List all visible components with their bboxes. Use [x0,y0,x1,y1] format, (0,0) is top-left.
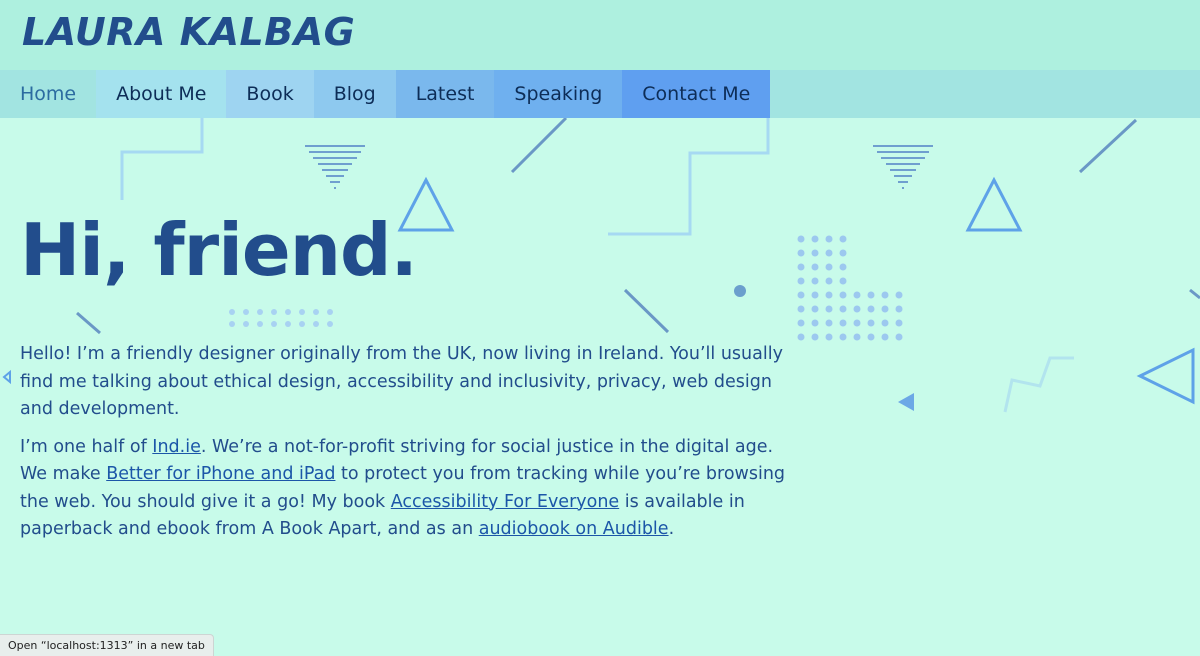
nav-item-latest[interactable]: Latest [395,70,495,118]
better-app-link[interactable]: Better for iPhone and iPad [106,464,335,484]
dot-decor [734,285,746,297]
main-nav: Home About Me Book Blog Latest Speaking … [0,70,1200,118]
slash-line-decor [1078,118,1138,174]
zigzag-line-decor [1003,356,1074,413]
dots-grid-decor [797,235,903,341]
slash-line-decor [1189,288,1200,300]
intro-paragraph: Hello! I’m a friendly designer originall… [20,344,783,419]
nav-item-blog[interactable]: Blog [313,70,396,118]
striped-triangle-decor [873,145,933,189]
nav-item-speaking[interactable]: Speaking [494,70,623,118]
striped-triangle-decor [305,145,365,189]
nav-item-about-me[interactable]: About Me [96,70,227,118]
slash-line-decor [623,288,670,334]
triangle-outline-decor [2,369,11,385]
nav-item-home[interactable]: Home [0,70,97,118]
site-logo[interactable]: LAURA KALBAG [22,10,355,54]
slash-line-decor [76,311,101,335]
zigzag-line-decor [120,118,204,200]
book-link[interactable]: Accessibility For Everyone [391,492,619,512]
dots-row-decor [229,309,333,327]
main-content: Hello! I’m a friendly designer originall… [20,341,790,554]
slash-line-decor [510,116,568,174]
paragraph-text: I’m one half of [20,436,153,457]
browser-status-bar: Open “localhost:1313” in a new tab [0,634,214,656]
triangle-outline-decor [965,176,1023,232]
page-heading: Hi, friend. [20,208,418,292]
audiobook-link[interactable]: audiobook on Audible [479,519,669,539]
paragraph-text: . [668,519,675,539]
triangle-outline-decor [1136,347,1195,405]
indie-link[interactable]: Ind.ie [152,437,201,457]
nav-item-contact-me[interactable]: Contact Me [622,70,771,118]
triangle-solid-decor [898,393,914,411]
about-paragraph: I’m one half of Ind.ie. We’re a not-for-… [20,434,790,544]
zigzag-line-decor [608,118,770,236]
nav-item-book[interactable]: Book [226,70,314,118]
